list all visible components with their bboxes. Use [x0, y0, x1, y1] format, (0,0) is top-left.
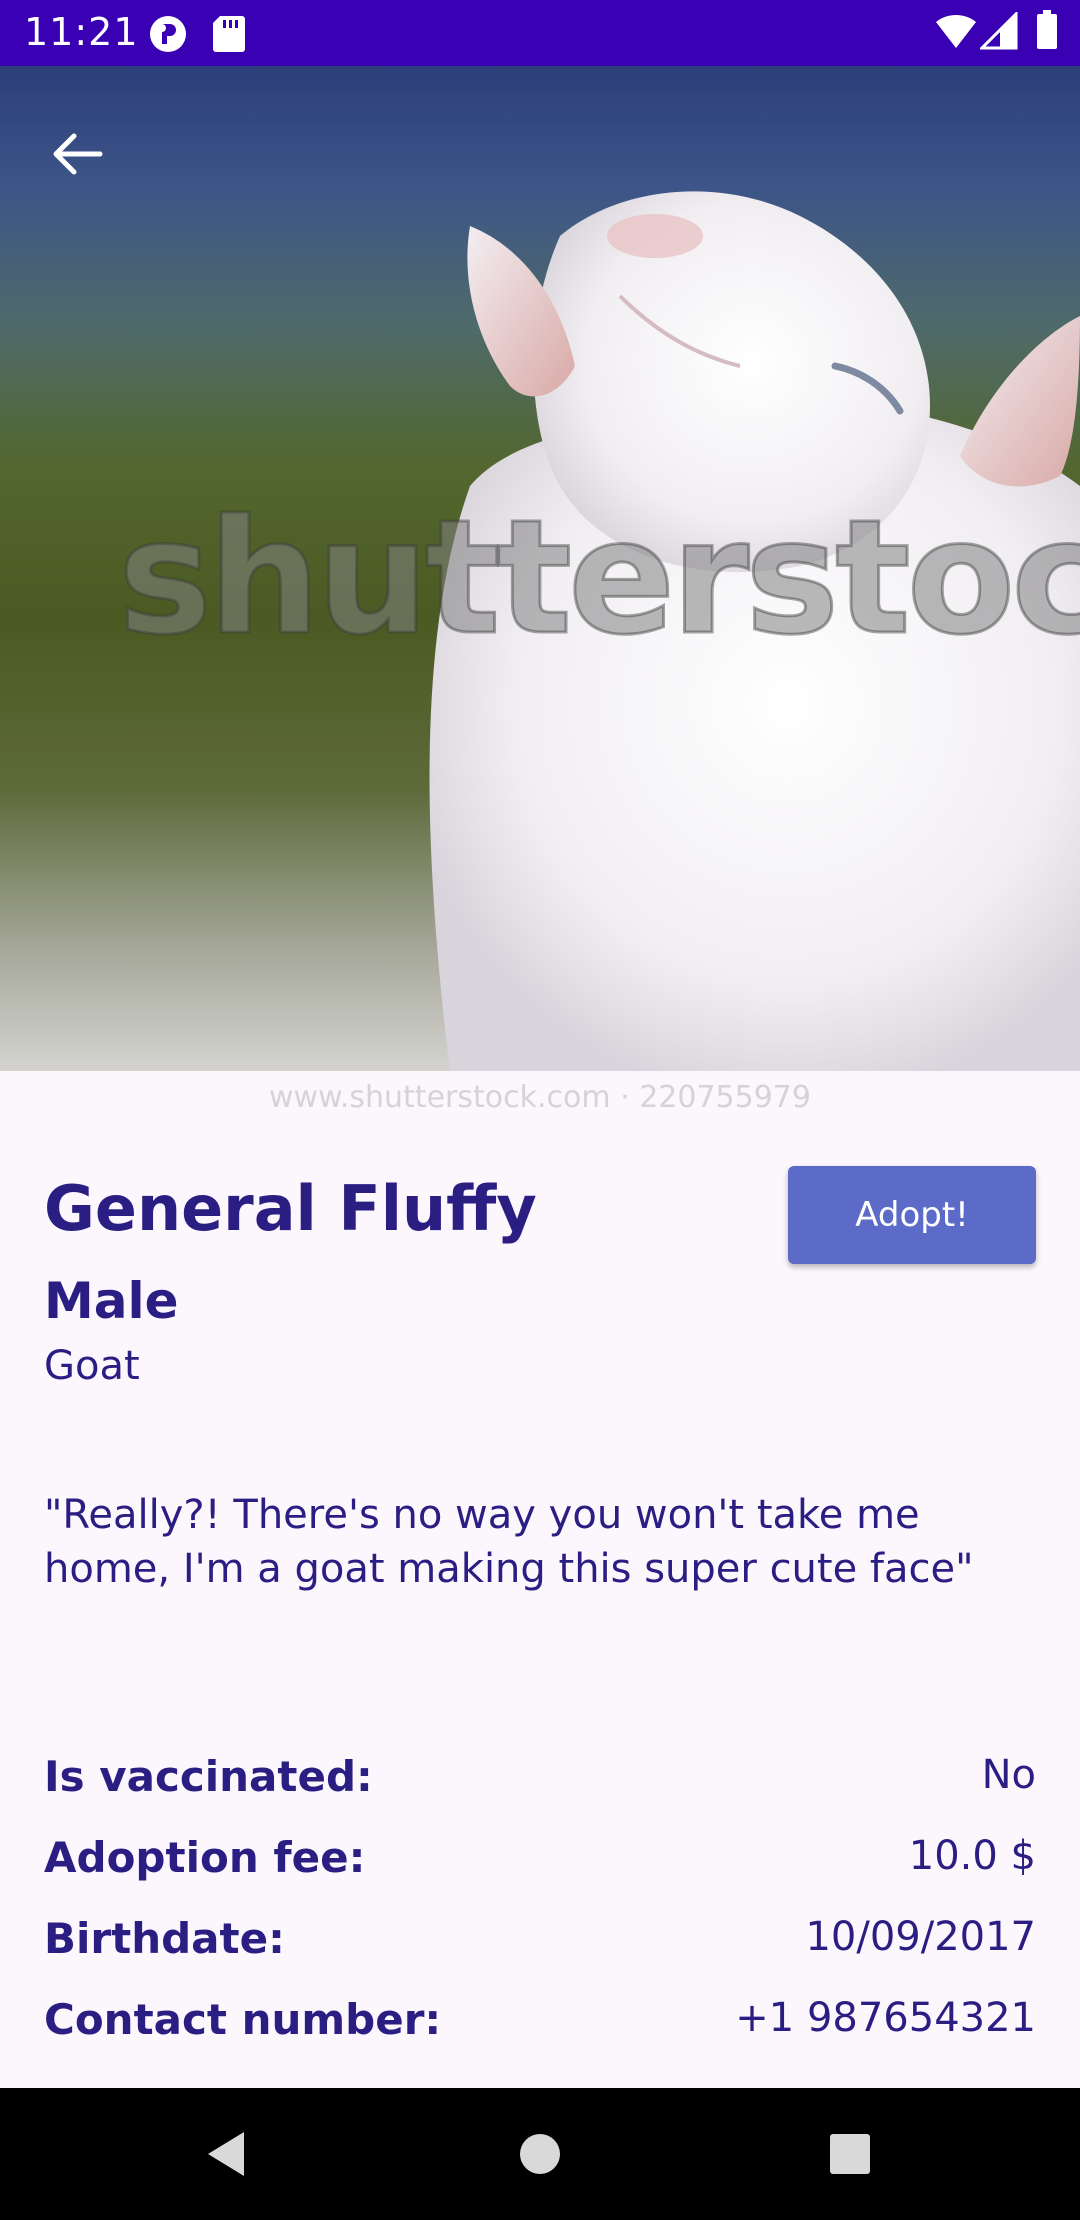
info-label: Contact number: [44, 1995, 442, 2044]
nav-back-button[interactable] [146, 2088, 306, 2220]
wifi-icon [934, 12, 978, 54]
cell-signal-icon [978, 10, 1018, 54]
adopt-button[interactable]: Adopt! [788, 1166, 1036, 1264]
nav-home-button[interactable] [460, 2088, 620, 2220]
arrow-left-icon [53, 133, 103, 175]
recents-square-icon [830, 2134, 870, 2174]
back-triangle-icon [208, 2132, 244, 2176]
sd-card-icon [212, 14, 246, 56]
info-label: Is vaccinated: [44, 1752, 373, 1801]
info-row-adoption-fee: Adoption fee: 10.0 $ [44, 1833, 1036, 1893]
watermark-text: shutterstock [117, 485, 1080, 672]
status-bar: 11:21 [0, 0, 1080, 66]
info-row-contact-number: Contact number: +1 987654321 [44, 1995, 1036, 2055]
status-time: 11:21 [24, 10, 139, 54]
info-value: No [981, 1752, 1036, 1798]
battery-icon [1036, 10, 1058, 54]
pet-name: General Fluffy [44, 1172, 537, 1245]
info-label: Birthdate: [44, 1914, 285, 1963]
watermark-url: www.shutterstock.com · 220755979 [269, 1080, 811, 1115]
nav-recents-button[interactable] [770, 2088, 930, 2220]
notification-p-icon [148, 14, 188, 58]
back-button[interactable] [40, 116, 116, 192]
info-row-birthdate: Birthdate: 10/09/2017 [44, 1914, 1036, 1974]
info-label: Adoption fee: [44, 1833, 366, 1882]
pet-species: Goat [44, 1343, 140, 1389]
home-circle-icon [520, 2134, 560, 2174]
pet-description: "Really?! There's no way you won't take … [44, 1492, 974, 1592]
pet-photo: shutterstock [0, 66, 1080, 1071]
pet-gender: Male [44, 1272, 179, 1330]
info-value: 10/09/2017 [805, 1914, 1036, 1960]
system-nav-bar [0, 2088, 1080, 2220]
info-value: 10.0 $ [908, 1833, 1036, 1879]
info-row-vaccinated: Is vaccinated: No [44, 1752, 1036, 1812]
info-value: +1 987654321 [735, 1995, 1036, 2041]
